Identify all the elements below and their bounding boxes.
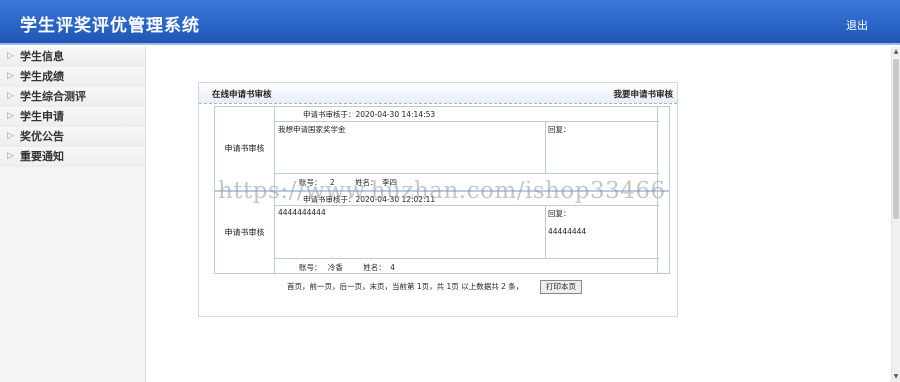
chevron-right-icon: ▷ bbox=[7, 111, 14, 121]
new-application-link[interactable]: 我要申请书审核 bbox=[613, 88, 673, 100]
chevron-right-icon: ▷ bbox=[7, 51, 14, 61]
sidebar-item-label: 学生申请 bbox=[20, 110, 64, 123]
vertical-scrollbar[interactable]: ▲ ▼ bbox=[891, 47, 900, 382]
account-value: 冷香 bbox=[327, 263, 343, 272]
pagination-text: 首页，前一页，后一页，末页，当前第 1页，共 1页 以上数据共 2 条， bbox=[287, 282, 524, 291]
record-content: 我想申请国家奖学金 bbox=[275, 121, 545, 174]
record-content: 4444444444 bbox=[275, 205, 545, 259]
sidebar-item-notices[interactable]: ▷ 重要通知 bbox=[0, 147, 145, 167]
record-divider bbox=[657, 107, 669, 190]
panel-header: 在线申请书审核 我要申请书审核 bbox=[199, 83, 677, 104]
sidebar: ▷ 学生信息 ▷ 学生成绩 ▷ 学生综合测评 ▷ 学生申请 ▷ 奖优公告 ▷ 重要通知 bbox=[0, 47, 146, 382]
logout-link[interactable]: 退出 bbox=[846, 17, 868, 33]
sidebar-item-label: 学生信息 bbox=[20, 50, 64, 63]
account-label: 账号： bbox=[299, 178, 322, 187]
record-time: 申请书审核于：2020-04-30 14:14:53 bbox=[303, 110, 436, 119]
scroll-down-arrow-icon[interactable]: ▼ bbox=[892, 372, 900, 382]
reply-box: 回复： 44444444 bbox=[545, 205, 659, 259]
sidebar-item-evaluation[interactable]: ▷ 学生综合测评 bbox=[0, 87, 145, 107]
record-time: 申请书审核于：2020-04-30 12:02:11 bbox=[303, 195, 436, 204]
record-label: 申请书审核 bbox=[215, 192, 275, 273]
name-label: 姓名： bbox=[363, 263, 386, 272]
sidebar-item-label: 奖优公告 bbox=[20, 130, 64, 143]
scroll-up-arrow-icon[interactable]: ▲ bbox=[892, 47, 900, 57]
record-meta: 账号： 2 姓名： 李四 bbox=[299, 177, 397, 188]
name-value: 4 bbox=[390, 263, 395, 272]
reply-value: 44444444 bbox=[548, 227, 587, 236]
scroll-thumb[interactable] bbox=[893, 59, 899, 219]
app-header: 学生评奖评优管理系统 退出 bbox=[0, 0, 900, 45]
chevron-right-icon: ▷ bbox=[7, 131, 14, 141]
name-label: 姓名： bbox=[355, 178, 378, 187]
app-title: 学生评奖评优管理系统 bbox=[20, 16, 200, 36]
sidebar-item-label: 重要通知 bbox=[20, 150, 64, 163]
chevron-right-icon: ▷ bbox=[7, 71, 14, 81]
sidebar-item-application[interactable]: ▷ 学生申请 bbox=[0, 107, 145, 127]
record-divider bbox=[657, 192, 669, 273]
reply-box: 回复： bbox=[545, 121, 659, 174]
sidebar-item-awards[interactable]: ▷ 奖优公告 bbox=[0, 127, 145, 147]
record-card: 申请书审核 申请书审核于：2020-04-30 14:14:53 我想申请国家奖… bbox=[214, 106, 670, 191]
sidebar-item-label: 学生成绩 bbox=[20, 70, 64, 83]
panel-title: 在线申请书审核 bbox=[212, 90, 272, 100]
record-label: 申请书审核 bbox=[215, 107, 275, 190]
reply-label: 回复： bbox=[548, 209, 571, 218]
print-page-button[interactable]: 打印本页 bbox=[540, 280, 582, 294]
sidebar-item-student-grades[interactable]: ▷ 学生成绩 bbox=[0, 67, 145, 87]
chevron-right-icon: ▷ bbox=[7, 91, 14, 101]
record-card: 申请书审核 申请书审核于：2020-04-30 12:02:11 4444444… bbox=[214, 191, 670, 274]
record-meta: 账号： 冷香 姓名： 4 bbox=[299, 262, 395, 273]
reply-label: 回复： bbox=[548, 125, 571, 134]
sidebar-item-student-info[interactable]: ▷ 学生信息 bbox=[0, 47, 145, 67]
name-value: 李四 bbox=[381, 178, 397, 187]
chevron-right-icon: ▷ bbox=[7, 151, 14, 161]
account-value: 2 bbox=[329, 178, 335, 187]
sidebar-item-label: 学生综合测评 bbox=[20, 90, 86, 103]
account-label: 账号： bbox=[299, 263, 322, 272]
